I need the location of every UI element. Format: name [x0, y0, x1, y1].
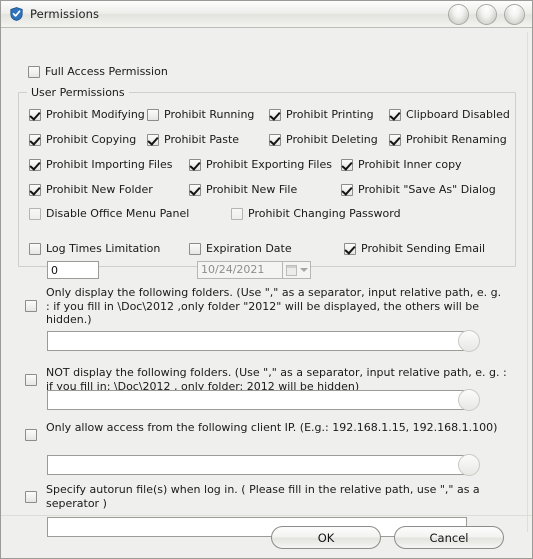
permission-checkbox-box[interactable] — [189, 159, 201, 171]
checkbox-prohibit-running[interactable]: Prohibit Running — [147, 109, 254, 121]
only-display-folders-description: Only display the following folders. (Use… — [46, 286, 502, 326]
title-bar: Permissions — [1, 1, 532, 28]
window-controls — [448, 4, 525, 25]
panel-divider — [527, 32, 528, 532]
checkbox-allow-client-ip[interactable] — [25, 429, 37, 444]
permission-checkbox-box[interactable] — [341, 159, 353, 171]
permission-label: Prohibit Printing — [286, 108, 374, 121]
permission-label: Clipboard Disabled — [406, 108, 510, 121]
checkbox-prohibit-printing[interactable]: Prohibit Printing — [269, 109, 374, 121]
checkbox-autorun-files[interactable] — [25, 491, 37, 506]
permission-label: Prohibit New File — [206, 183, 298, 196]
prohibit-sending-email-label: Prohibit Sending Email — [361, 242, 486, 255]
log-times-label: Log Times Limitation — [46, 242, 161, 255]
log-times-checkbox-box[interactable] — [29, 243, 41, 255]
permission-label: Prohibit Copying — [46, 133, 137, 146]
autorun-files-description: Specify autorun file(s) when log in. ( P… — [46, 483, 480, 510]
expiration-date-checkbox-box[interactable] — [189, 243, 201, 255]
only-display-folders-input[interactable] — [47, 331, 467, 351]
checkbox-log-times-limitation[interactable]: Log Times Limitation — [29, 243, 160, 255]
ok-button[interactable]: OK — [271, 526, 381, 549]
expiration-date-field[interactable]: 10/24/2021 — [197, 261, 283, 279]
permission-label: Prohibit Paste — [164, 133, 240, 146]
full-access-checkbox-box[interactable] — [28, 66, 40, 78]
checkbox-prohibit-modifying[interactable]: Prohibit Modifying — [29, 109, 145, 121]
maximize-button[interactable] — [476, 4, 497, 25]
permission-checkbox-box[interactable] — [29, 109, 41, 121]
permissions-window: Permissions Full Access Permission User … — [0, 0, 533, 559]
permission-checkbox-box[interactable] — [269, 109, 281, 121]
user-permissions-group-title: User Permissions — [27, 86, 129, 99]
checkbox-prohibit-deleting[interactable]: Prohibit Deleting — [269, 134, 378, 146]
permission-checkbox-box[interactable] — [341, 184, 353, 196]
window-title: Permissions — [30, 7, 100, 21]
allow-client-ip-description: Only allow access from the following cli… — [46, 421, 498, 434]
checkbox-prohibit-copying[interactable]: Prohibit Copying — [29, 134, 136, 146]
permission-label: Prohibit Modifying — [46, 108, 145, 121]
disable-office-menu-checkbox-box[interactable] — [29, 208, 41, 220]
permission-checkbox-box[interactable] — [29, 159, 41, 171]
prohibit-sending-email-checkbox-box[interactable] — [344, 243, 356, 255]
permission-checkbox-box[interactable] — [269, 134, 281, 146]
dialog-content: Full Access Permission User Permissions … — [1, 28, 532, 558]
not-display-folders-browse-button[interactable] — [458, 389, 480, 411]
permission-checkbox-box[interactable] — [147, 134, 159, 146]
log-times-input[interactable] — [47, 261, 99, 279]
permission-checkbox-box[interactable] — [29, 134, 41, 146]
permission-label: Prohibit Running — [164, 108, 255, 121]
checkbox-prohibit-new-folder[interactable]: Prohibit New Folder — [29, 184, 153, 196]
allow-client-ip-browse-button[interactable] — [458, 454, 480, 476]
expiration-date-value: 10/24/2021 — [201, 263, 265, 276]
not-display-folders-input[interactable] — [47, 390, 467, 410]
permission-label: Prohibit "Save As" Dialog — [358, 183, 496, 196]
checkbox-prohibit-save-as-dialog[interactable]: Prohibit "Save As" Dialog — [341, 184, 496, 196]
permission-label: Prohibit New Folder — [46, 183, 153, 196]
permission-label: Prohibit Importing Files — [46, 158, 173, 171]
prohibit-changing-password-checkbox-box[interactable] — [231, 208, 243, 220]
allow-client-ip-checkbox-box[interactable] — [25, 429, 37, 441]
permission-checkbox-box[interactable] — [389, 109, 401, 121]
permission-label: Prohibit Deleting — [286, 133, 378, 146]
checkbox-prohibit-new-file[interactable]: Prohibit New File — [189, 184, 297, 196]
checkbox-prohibit-inner-copy[interactable]: Prohibit Inner copy — [341, 159, 462, 171]
permission-label: Prohibit Exporting Files — [206, 158, 332, 171]
checkbox-prohibit-importing-files[interactable]: Prohibit Importing Files — [29, 159, 172, 171]
close-button[interactable] — [504, 4, 525, 25]
permission-label: Prohibit Inner copy — [358, 158, 462, 171]
expiration-date-label: Expiration Date — [206, 242, 292, 255]
minimize-button[interactable] — [448, 4, 469, 25]
footer-divider — [1, 515, 532, 516]
checkbox-clipboard-disabled[interactable]: Clipboard Disabled — [389, 109, 510, 121]
user-permissions-group: User Permissions Prohibit Modifying Prohi… — [18, 86, 516, 267]
checkbox-prohibit-exporting-files[interactable]: Prohibit Exporting Files — [189, 159, 332, 171]
cancel-button[interactable]: Cancel — [394, 526, 504, 549]
full-access-label: Full Access Permission — [45, 65, 168, 78]
checkbox-prohibit-changing-password[interactable]: Prohibit Changing Password — [231, 208, 401, 220]
not-display-folders-checkbox-box[interactable] — [25, 374, 37, 386]
only-display-folders-checkbox-box[interactable] — [25, 300, 37, 312]
not-display-folders-description: NOT display the following folders. (Use … — [46, 366, 507, 393]
allow-client-ip-input[interactable] — [47, 455, 467, 475]
autorun-files-checkbox-box[interactable] — [25, 491, 37, 503]
disable-office-menu-label: Disable Office Menu Panel — [46, 207, 190, 220]
checkbox-disable-office-menu-panel[interactable]: Disable Office Menu Panel — [29, 208, 189, 220]
permission-checkbox-box[interactable] — [189, 184, 201, 196]
checkbox-not-display-folders[interactable] — [25, 374, 37, 389]
checkbox-prohibit-sending-email[interactable]: Prohibit Sending Email — [344, 243, 485, 255]
prohibit-changing-password-label: Prohibit Changing Password — [248, 207, 401, 220]
permission-checkbox-box[interactable] — [29, 184, 41, 196]
calendar-icon — [285, 264, 297, 276]
permission-checkbox-box[interactable] — [147, 109, 159, 121]
checkbox-only-display-folders[interactable] — [25, 300, 37, 315]
checkbox-expiration-date[interactable]: Expiration Date — [189, 243, 292, 255]
checkbox-prohibit-renaming[interactable]: Prohibit Renaming — [389, 134, 507, 146]
only-display-folders-browse-button[interactable] — [458, 330, 480, 352]
permission-label: Prohibit Renaming — [406, 133, 507, 146]
permission-checkbox-box[interactable] — [389, 134, 401, 146]
shield-check-icon — [10, 7, 23, 21]
chevron-down-icon — [299, 268, 308, 272]
expiration-date-picker-buttons[interactable] — [283, 261, 311, 279]
checkbox-full-access-permission[interactable]: Full Access Permission — [28, 66, 168, 78]
checkbox-prohibit-paste[interactable]: Prohibit Paste — [147, 134, 239, 146]
